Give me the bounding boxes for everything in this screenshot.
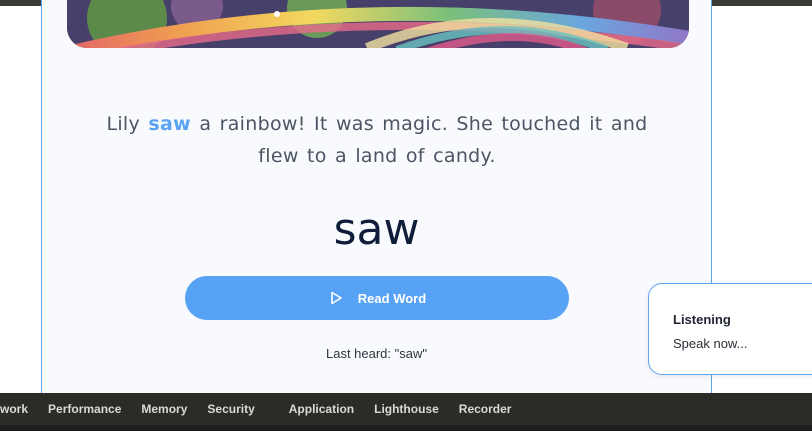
last-heard-text: Last heard: "saw": [325, 346, 427, 361]
story-sentence: Lily saw a rainbow! It was magic. She to…: [102, 108, 652, 172]
highlighted-word[interactable]: saw: [148, 113, 191, 135]
read-word-button[interactable]: Read Word: [185, 276, 569, 320]
play-icon: [328, 290, 344, 306]
reader-panel: Lily saw a rainbow! It was magic. She to…: [41, 0, 712, 393]
current-word-display: saw: [333, 204, 420, 255]
read-word-label: Read Word: [357, 290, 427, 306]
sentence-before: Lily: [106, 113, 149, 135]
devtools-panel: work Performance Memory Security Applica…: [0, 393, 812, 431]
tab-lighthouse[interactable]: Lighthouse: [374, 402, 439, 416]
toast-title: Listening: [673, 312, 731, 327]
tab-application[interactable]: Application: [289, 402, 354, 416]
tab-security[interactable]: Security: [207, 402, 254, 416]
sentence-after: a rainbow! It was magic. She touched it …: [190, 113, 648, 167]
tab-memory[interactable]: Memory: [141, 402, 187, 416]
devtools-content-strip: [0, 425, 812, 431]
tab-network[interactable]: work: [0, 402, 28, 416]
tab-recorder[interactable]: Recorder: [459, 402, 512, 416]
tab-performance[interactable]: Performance: [48, 402, 121, 416]
listening-toast: Listening Speak now...: [648, 283, 812, 375]
devtools-tab-bar: work Performance Memory Security Applica…: [0, 393, 511, 425]
toast-message: Speak now...: [673, 336, 748, 351]
story-illustration: [67, 0, 689, 48]
